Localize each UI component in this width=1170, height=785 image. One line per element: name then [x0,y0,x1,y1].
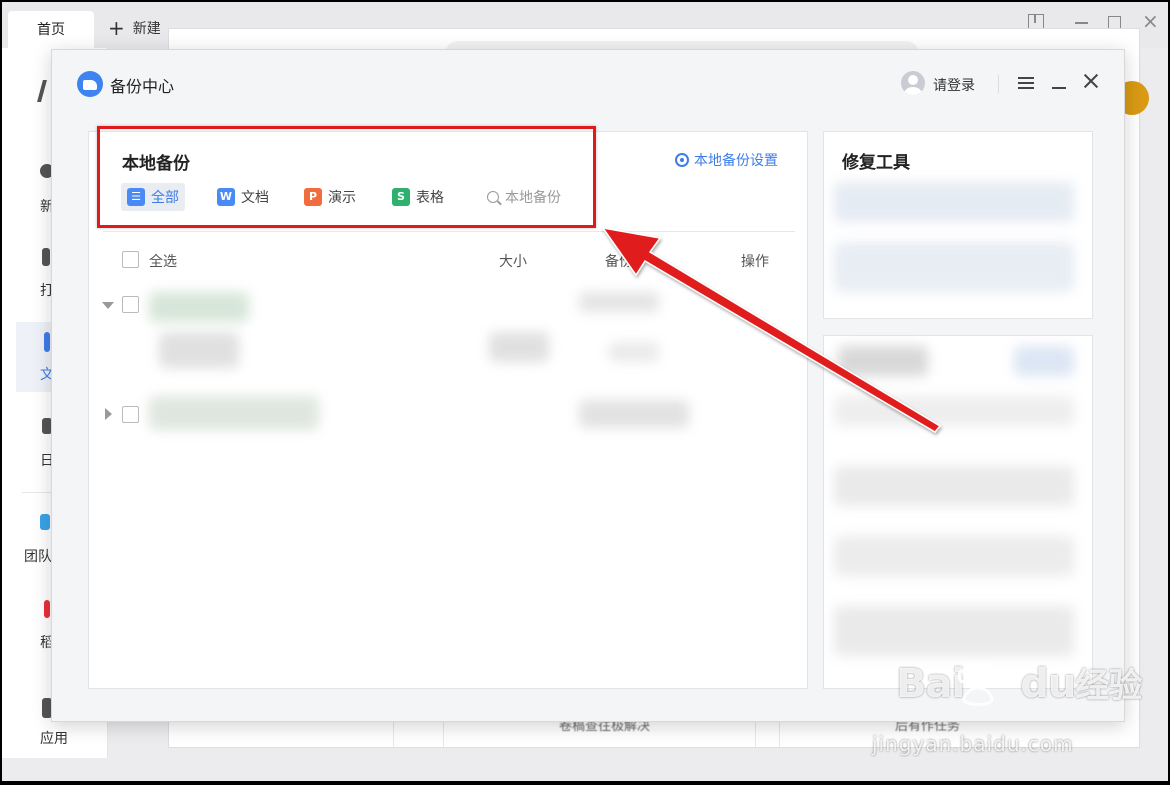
arrow-shape [601,226,942,433]
baidu-paw-icon [957,662,1002,706]
watermark-du: du [1020,661,1076,707]
baidu-watermark: Bai du经验 [896,658,1142,707]
watermark-url: jingyan.baidu.com [872,732,1074,756]
watermark-cn: 经验 [1075,666,1142,706]
